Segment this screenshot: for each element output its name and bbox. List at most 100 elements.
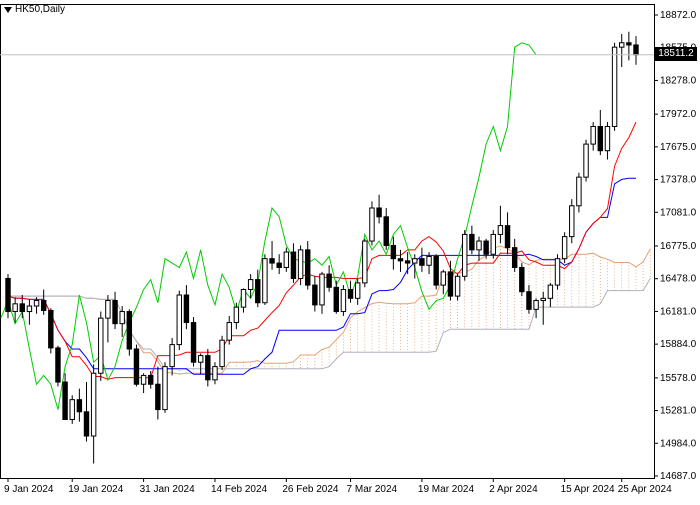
candle-body[interactable] xyxy=(33,300,40,307)
candle-body[interactable] xyxy=(333,286,339,313)
candle-body[interactable] xyxy=(26,305,33,313)
candle-body[interactable] xyxy=(312,284,318,306)
candle-body[interactable] xyxy=(240,289,247,308)
candle-body[interactable] xyxy=(297,249,304,279)
candle-body[interactable] xyxy=(519,266,525,293)
candle-body[interactable] xyxy=(462,233,468,277)
candle-body[interactable] xyxy=(504,225,511,249)
candle-body[interactable] xyxy=(576,176,582,207)
candle-body[interactable] xyxy=(62,381,68,420)
candle-body[interactable] xyxy=(390,244,397,260)
candle-body[interactable] xyxy=(190,322,197,363)
candle-body[interactable] xyxy=(362,240,368,284)
candle-body[interactable] xyxy=(547,284,554,299)
candle-body[interactable] xyxy=(490,233,496,255)
candle-body[interactable] xyxy=(112,300,118,325)
candle-body[interactable] xyxy=(197,355,204,363)
candle-body[interactable] xyxy=(290,251,297,279)
candle-body[interactable] xyxy=(326,273,332,288)
candle-body[interactable] xyxy=(619,42,625,48)
candle-body[interactable] xyxy=(412,258,418,264)
candle-body[interactable] xyxy=(497,225,504,235)
candle-body[interactable] xyxy=(397,258,404,262)
candle-body[interactable] xyxy=(119,311,125,325)
candle-body[interactable] xyxy=(183,294,190,324)
candle-body[interactable] xyxy=(376,207,382,218)
y-tick-label: 16775.0 xyxy=(660,241,697,252)
candle-body[interactable] xyxy=(319,273,325,306)
candle-body[interactable] xyxy=(40,300,47,311)
candle-body[interactable] xyxy=(83,411,90,437)
candle-body[interactable] xyxy=(383,216,389,246)
candle-body[interactable] xyxy=(140,374,147,385)
candle-body[interactable] xyxy=(219,339,225,368)
candle-body[interactable] xyxy=(340,289,347,313)
candle-body[interactable] xyxy=(90,372,97,437)
candle-body[interactable] xyxy=(126,311,133,350)
candle-body[interactable] xyxy=(55,347,61,383)
senkou-span-b-line xyxy=(8,278,651,370)
y-tick-label: 17675.0 xyxy=(660,142,697,153)
candle-body[interactable] xyxy=(283,251,290,268)
candle-body[interactable] xyxy=(404,260,411,264)
candle-body[interactable] xyxy=(205,355,211,381)
candle-body[interactable] xyxy=(426,255,432,266)
x-tick-label: 26 Feb 2024 xyxy=(282,484,339,495)
candle-body[interactable] xyxy=(269,258,275,264)
candle-body[interactable] xyxy=(155,383,161,411)
candle-body[interactable] xyxy=(590,125,596,145)
candle-body[interactable] xyxy=(226,322,232,341)
candle-body[interactable] xyxy=(5,277,11,313)
candle-body[interactable] xyxy=(247,279,254,291)
candle-body[interactable] xyxy=(633,44,639,56)
candle-body[interactable] xyxy=(48,309,54,349)
candle-body[interactable] xyxy=(233,306,240,324)
candle-body[interactable] xyxy=(604,125,611,152)
candle-body[interactable] xyxy=(255,279,261,304)
x-tick-label: 15 Apr 2024 xyxy=(561,484,615,495)
candle-body[interactable] xyxy=(262,258,268,304)
x-tick-label: 2 Apr 2024 xyxy=(489,484,538,495)
candle-body[interactable] xyxy=(554,258,561,286)
candle-body[interactable] xyxy=(511,247,518,268)
candle-body[interactable] xyxy=(611,46,618,127)
candle-body[interactable] xyxy=(419,258,425,266)
candle-body[interactable] xyxy=(433,255,439,286)
candle-body[interactable] xyxy=(569,205,575,238)
candle-body[interactable] xyxy=(354,282,361,299)
candle-body[interactable] xyxy=(540,297,546,302)
candle-body[interactable] xyxy=(597,125,604,152)
dropdown-triangle-icon[interactable] xyxy=(4,6,12,13)
candle-body[interactable] xyxy=(469,233,475,251)
candle-body[interactable] xyxy=(12,303,18,313)
candle-body[interactable] xyxy=(212,366,218,381)
candle-body[interactable] xyxy=(440,271,447,286)
candle-body[interactable] xyxy=(447,271,454,297)
candle-body[interactable] xyxy=(454,275,461,297)
y-tick-label: 16478.0 xyxy=(660,274,697,285)
chart-area[interactable]: 18872.018575.018278.017972.017675.017378… xyxy=(0,0,700,500)
candle-body[interactable] xyxy=(483,240,489,255)
ichimoku-chart[interactable]: 18872.018575.018278.017972.017675.017378… xyxy=(0,0,700,500)
candle-body[interactable] xyxy=(148,374,154,385)
candle-body[interactable] xyxy=(98,317,104,374)
candle-body[interactable] xyxy=(626,42,632,46)
candle-body[interactable] xyxy=(347,289,354,299)
candle-body[interactable] xyxy=(69,399,75,420)
candle-body[interactable] xyxy=(105,300,111,319)
candle-body[interactable] xyxy=(176,294,182,346)
candle-body[interactable] xyxy=(476,240,482,251)
candle-body[interactable] xyxy=(76,399,83,413)
candle-body[interactable] xyxy=(305,249,311,286)
candle-body[interactable] xyxy=(162,366,168,411)
candle-body[interactable] xyxy=(561,236,568,260)
candle-body[interactable] xyxy=(19,303,25,313)
candle-body[interactable] xyxy=(583,143,589,178)
candle-body[interactable] xyxy=(133,348,140,385)
candle-body[interactable] xyxy=(533,300,539,310)
candle-body[interactable] xyxy=(369,207,375,242)
candle-body[interactable] xyxy=(169,344,175,368)
candle-body[interactable] xyxy=(526,291,532,310)
y-tick-label: 18278.0 xyxy=(660,75,697,86)
candle-body[interactable] xyxy=(276,262,282,268)
